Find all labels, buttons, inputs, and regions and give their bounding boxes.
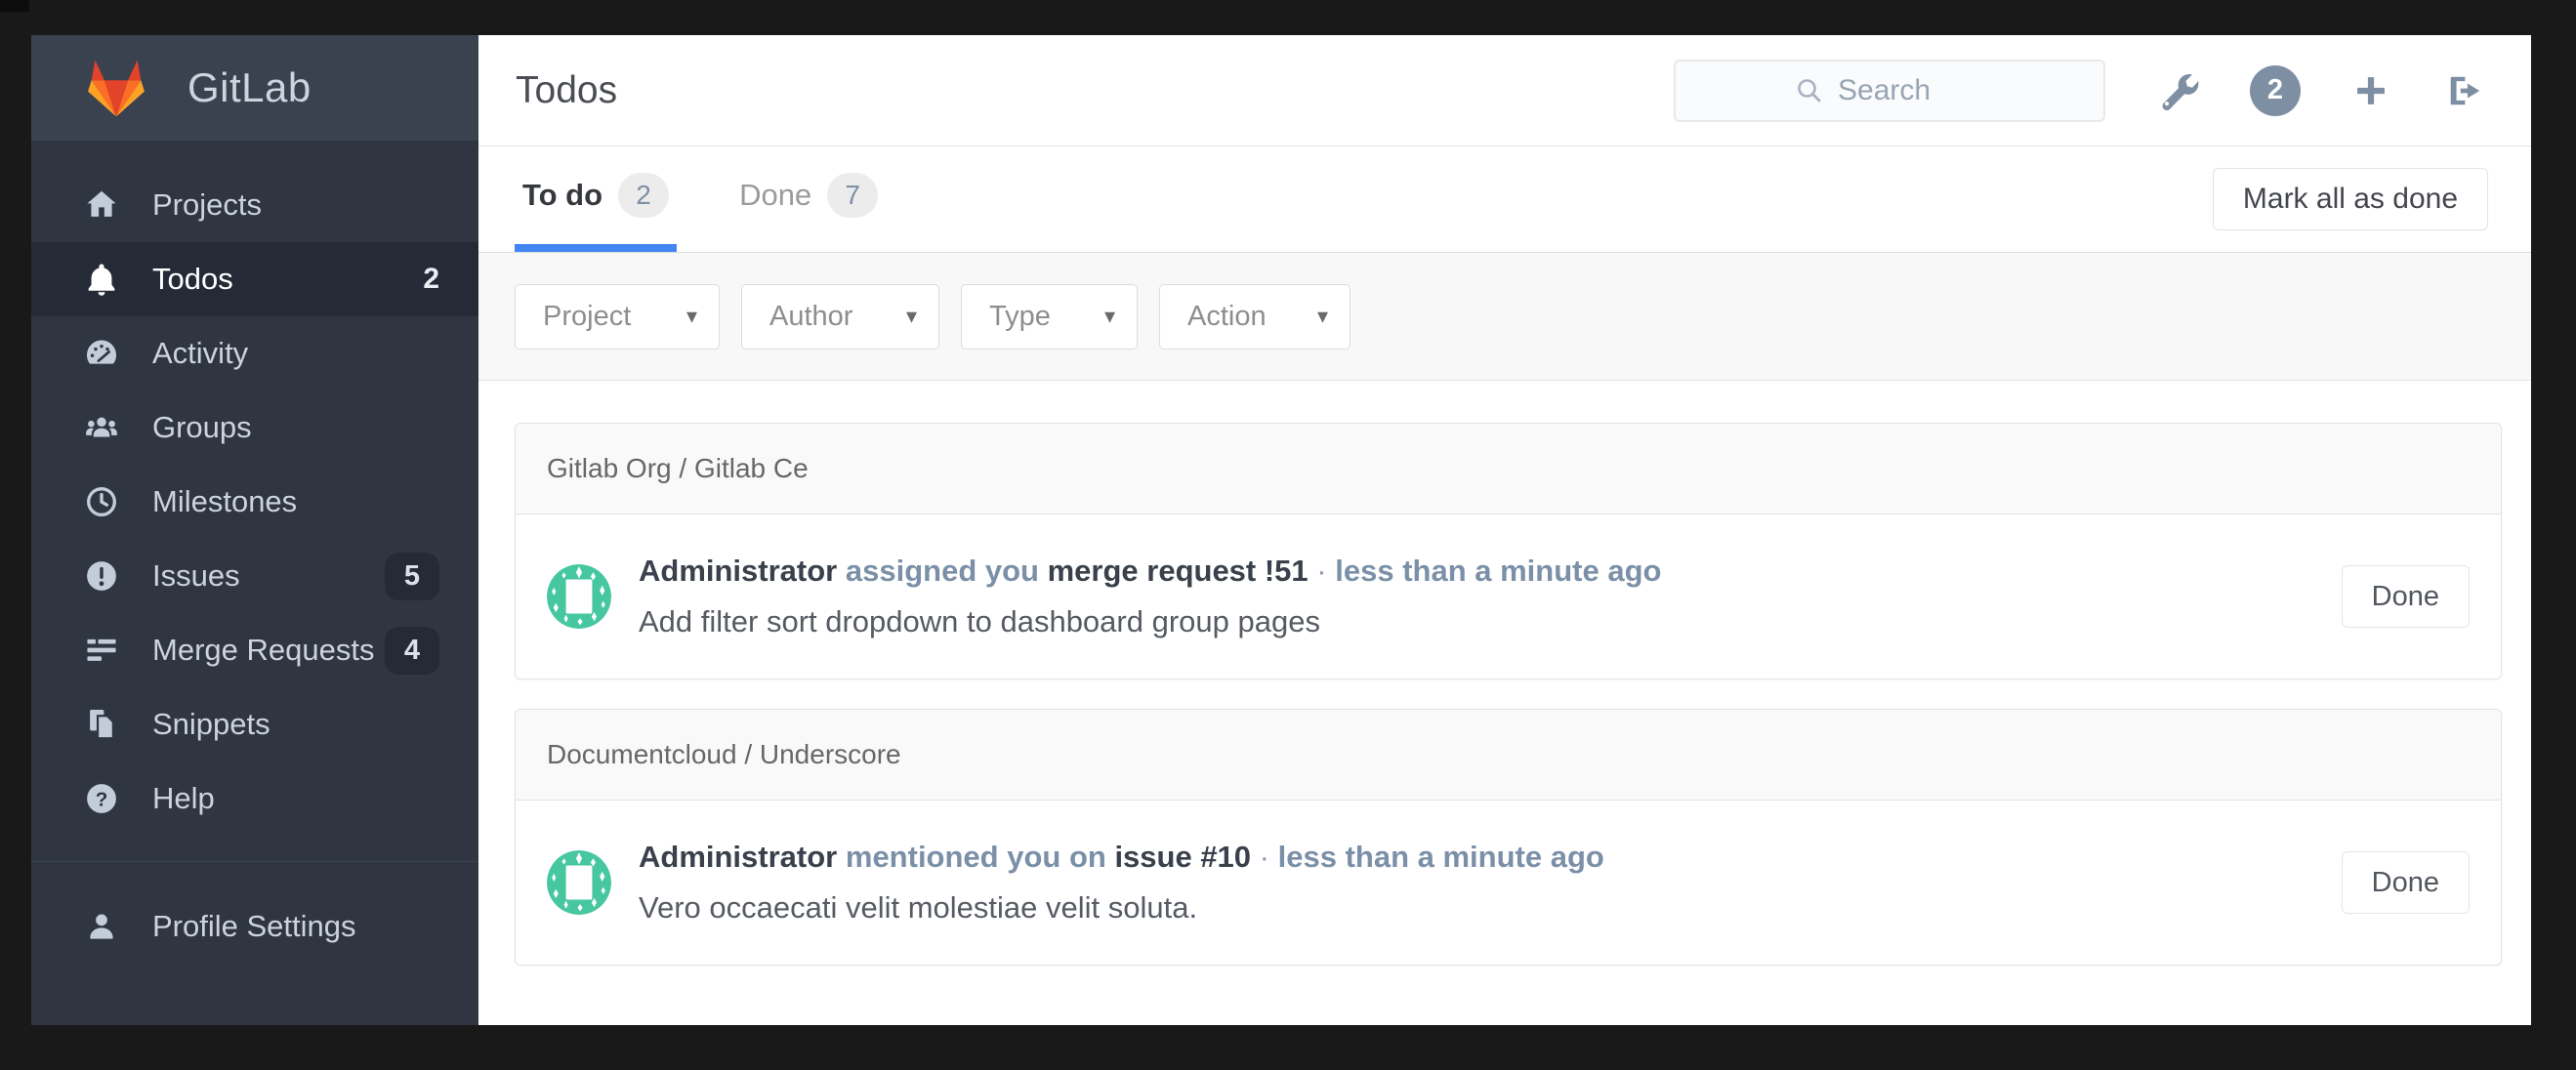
sidebar-item-snippets[interactable]: Snippets xyxy=(31,687,478,761)
action-filter-dropdown[interactable]: Action ▾ xyxy=(1159,283,1350,350)
todo-action-link[interactable]: mentioned you on xyxy=(846,840,1106,874)
todo-body: Vero occaecati velit molestiae velit sol… xyxy=(639,890,1198,925)
todos-count-badge: 2 xyxy=(423,263,439,295)
todo-item: Administrator mentioned you on issue #10… xyxy=(516,801,2501,965)
sidebar-item-projects[interactable]: Projects xyxy=(31,168,478,242)
sidebar-item-label: Milestones xyxy=(152,484,298,518)
done-button[interactable]: Done xyxy=(2341,565,2470,628)
tab-todo-count-badge: 2 xyxy=(618,173,670,218)
sign-out-icon[interactable] xyxy=(2441,67,2488,114)
dropdown-label: Project xyxy=(543,300,632,332)
search-icon xyxy=(1795,76,1824,105)
sidebar-item-label: Snippets xyxy=(152,707,270,741)
sidebar-item-label: Merge Requests xyxy=(152,633,375,667)
search-box xyxy=(1674,59,2105,122)
sidebar-divider xyxy=(31,861,478,862)
main-content: Todos 2 xyxy=(478,35,2531,1025)
type-filter-dropdown[interactable]: Type ▾ xyxy=(961,283,1138,350)
sidebar-item-help[interactable]: ? Help xyxy=(31,761,478,836)
sidebar-item-label: Todos xyxy=(152,262,233,296)
sidebar-item-label: Groups xyxy=(152,410,252,444)
chevron-down-icon: ▾ xyxy=(1103,304,1115,328)
help-icon: ? xyxy=(82,779,121,818)
done-button[interactable]: Done xyxy=(2341,851,2470,914)
project-filter-dropdown[interactable]: Project ▾ xyxy=(515,283,720,350)
merge-requests-icon xyxy=(82,631,121,670)
project-group-header: Gitlab Org / Gitlab Ce xyxy=(516,424,2501,514)
new-project-plus-icon[interactable] xyxy=(2347,67,2394,114)
sidebar-item-issues[interactable]: Issues 5 xyxy=(31,539,478,613)
dashboard-icon xyxy=(82,334,121,373)
todo-target-link[interactable]: merge request !51 xyxy=(1048,554,1309,588)
page-header: Todos 2 xyxy=(478,35,2531,146)
chevron-down-icon: ▾ xyxy=(686,304,697,328)
tab-done-label: Done xyxy=(739,178,812,212)
home-icon xyxy=(82,185,121,225)
avatar xyxy=(547,850,611,915)
tabs-row: To do 2 Done 7 Mark all as done xyxy=(478,146,2531,252)
avatar xyxy=(547,564,611,629)
merge-requests-count-badge: 4 xyxy=(384,626,439,675)
todo-item: Administrator assigned you merge request… xyxy=(516,514,2501,679)
todo-group-panel: Documentcloud / Underscore Administrator… xyxy=(515,709,2502,966)
sidebar: GitLab Projects Todos 2 Activity Groups … xyxy=(31,35,478,1025)
sidebar-item-label: Projects xyxy=(152,187,262,222)
chevron-down-icon: ▾ xyxy=(905,304,917,328)
todo-author: Administrator xyxy=(639,554,838,588)
dropdown-label: Author xyxy=(769,300,853,332)
todo-body: Add filter sort dropdown to dashboard gr… xyxy=(639,604,1320,638)
mark-all-as-done-button[interactable]: Mark all as done xyxy=(2212,168,2488,230)
svg-text:?: ? xyxy=(96,788,108,810)
tab-done-count-badge: 7 xyxy=(827,173,879,218)
sidebar-item-label: Profile Settings xyxy=(152,909,356,943)
dropdown-label: Type xyxy=(989,300,1051,332)
sidebar-item-profile-settings[interactable]: Profile Settings xyxy=(31,889,478,964)
todo-target-link[interactable]: issue #10 xyxy=(1114,840,1251,874)
tab-todo[interactable]: To do 2 xyxy=(515,146,678,252)
todo-separator: · xyxy=(1259,840,1269,874)
todo-author: Administrator xyxy=(639,840,838,874)
todos-counter-badge[interactable]: 2 xyxy=(2250,64,2301,116)
issue-icon xyxy=(82,556,121,596)
bell-icon xyxy=(82,260,121,299)
search-input[interactable] xyxy=(1838,73,1984,107)
sidebar-item-label: Activity xyxy=(152,336,249,370)
sidebar-item-milestones[interactable]: Milestones xyxy=(31,465,478,539)
sidebar-item-label: Issues xyxy=(152,558,240,593)
tab-todo-label: To do xyxy=(522,178,603,212)
admin-wrench-icon[interactable] xyxy=(2156,67,2203,114)
todo-action-link[interactable]: assigned you xyxy=(846,554,1039,588)
issues-count-badge: 5 xyxy=(384,552,439,600)
todo-timestamp-link[interactable]: less than a minute ago xyxy=(1335,554,1661,588)
page-title: Todos xyxy=(516,68,618,111)
logo-text: GitLab xyxy=(187,64,312,110)
todo-timestamp-link[interactable]: less than a minute ago xyxy=(1278,840,1604,874)
sidebar-item-merge-requests[interactable]: Merge Requests 4 xyxy=(31,613,478,687)
filter-band: Project ▾ Author ▾ Type ▾ Action ▾ xyxy=(478,252,2531,381)
user-icon xyxy=(82,907,121,946)
project-group-header: Documentcloud / Underscore xyxy=(516,710,2501,801)
todo-group-panel: Gitlab Org / Gitlab Ce Administrator ass… xyxy=(515,423,2502,679)
sidebar-item-activity[interactable]: Activity xyxy=(31,316,478,391)
logo-header[interactable]: GitLab xyxy=(31,35,478,141)
gitlab-window: GitLab Projects Todos 2 Activity Groups … xyxy=(31,35,2531,1025)
sidebar-item-groups[interactable]: Groups xyxy=(31,391,478,465)
dropdown-label: Action xyxy=(1187,300,1267,332)
gitlab-logo-icon xyxy=(88,60,145,117)
tab-done[interactable]: Done 7 xyxy=(731,146,886,252)
todo-list: Gitlab Org / Gitlab Ce Administrator ass… xyxy=(478,381,2531,1025)
screen-corner-notch xyxy=(0,0,29,12)
chevron-down-icon: ▾ xyxy=(1316,304,1328,328)
clock-icon xyxy=(82,482,121,521)
author-filter-dropdown[interactable]: Author ▾ xyxy=(741,283,939,350)
groups-icon xyxy=(82,408,121,447)
todo-separator: · xyxy=(1316,554,1327,588)
sidebar-item-todos[interactable]: Todos 2 xyxy=(31,242,478,316)
sidebar-item-label: Help xyxy=(152,781,215,815)
snippet-icon xyxy=(82,705,121,744)
